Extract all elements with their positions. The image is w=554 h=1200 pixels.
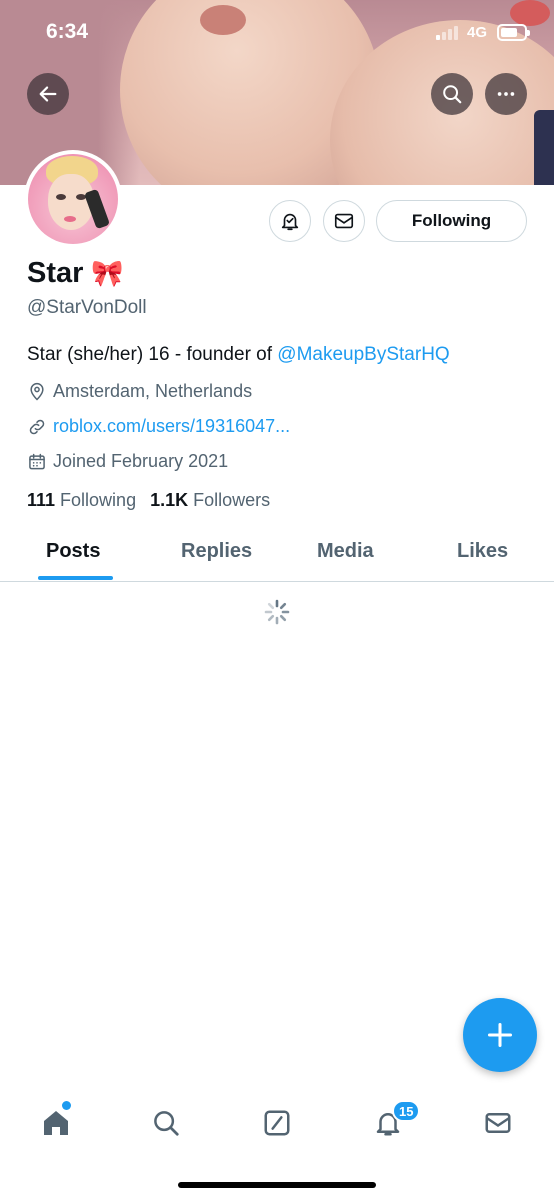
loading-spinner-icon: [264, 599, 290, 625]
home-icon: [44, 1111, 68, 1135]
profile-location: Amsterdam, Netherlands: [27, 381, 252, 402]
compose-post-button[interactable]: [463, 998, 537, 1072]
battery-icon: [497, 24, 530, 41]
profile-name-row: Star 🎀: [27, 257, 124, 290]
avatar-image: [28, 154, 118, 244]
profile-website[interactable]: roblox.com/users/19316047...: [27, 416, 290, 437]
banner-art-edge: [534, 110, 554, 185]
location-pin-icon: [30, 382, 44, 401]
network-type: 4G: [467, 24, 488, 41]
nav-compose[interactable]: [257, 1103, 297, 1143]
avatar[interactable]: [24, 150, 122, 248]
envelope-icon: [485, 1113, 511, 1133]
bow-emoji: 🎀: [91, 258, 124, 288]
calendar-icon: [29, 453, 45, 469]
followers-count: 1.1K: [150, 490, 189, 510]
home-indicator: [178, 1182, 376, 1188]
search-icon: [443, 85, 462, 104]
following-count-link[interactable]: 111 Following: [27, 490, 136, 511]
following-button[interactable]: Following: [376, 200, 527, 242]
status-bar: 6:34 4G: [0, 0, 554, 66]
followers-label: Followers: [193, 490, 271, 510]
plus-icon: [487, 1022, 513, 1048]
nav-home[interactable]: [36, 1103, 76, 1143]
following-label: Following: [60, 490, 137, 510]
message-button[interactable]: [323, 200, 365, 242]
tab-media[interactable]: Media: [317, 540, 374, 563]
status-time: 6:34: [46, 20, 89, 43]
more-button[interactable]: [485, 73, 527, 115]
profile-bio: Star (she/her) 16 - founder of @MakeupBy…: [27, 344, 450, 366]
profile-handle: @StarVonDoll: [27, 297, 147, 318]
nav-search[interactable]: [146, 1103, 186, 1143]
bio-mention-link[interactable]: @MakeupByStarHQ: [277, 344, 449, 365]
back-arrow-icon: [39, 86, 57, 102]
link-icon: [29, 419, 45, 434]
compose-icon: [264, 1110, 290, 1136]
tab-posts[interactable]: Posts: [46, 540, 100, 563]
display-name: Star: [27, 257, 84, 289]
bio-text: Star (she/her) 16 - founder of: [27, 344, 278, 365]
tab-likes[interactable]: Likes: [457, 540, 508, 563]
website-link[interactable]: roblox.com/users/19316047...: [53, 416, 290, 437]
profile-joined: Joined February 2021: [27, 451, 228, 472]
location-text: Amsterdam, Netherlands: [53, 381, 253, 401]
nav-messages[interactable]: [478, 1103, 518, 1143]
search-icon: [154, 1111, 179, 1136]
envelope-icon: [334, 213, 354, 229]
followers-count-link[interactable]: 1.1K Followers: [150, 490, 270, 511]
search-button[interactable]: [431, 73, 473, 115]
signal-icon: [436, 26, 462, 40]
bell-check-icon: [281, 213, 299, 231]
following-count: 111: [27, 490, 56, 510]
active-tab-indicator: [38, 576, 113, 580]
home-unread-dot: [62, 1101, 71, 1110]
notifications-toggle-button[interactable]: [269, 200, 311, 242]
more-horizontal-icon: [497, 92, 515, 96]
back-button[interactable]: [27, 73, 69, 115]
notification-badge: 15: [392, 1100, 421, 1122]
tab-replies[interactable]: Replies: [181, 540, 252, 563]
joined-text: Joined February 2021: [53, 451, 229, 471]
follow-counts: 111 Following 1.1K Followers: [27, 490, 284, 511]
profile-tabs: Posts Replies Media Likes: [0, 522, 554, 582]
